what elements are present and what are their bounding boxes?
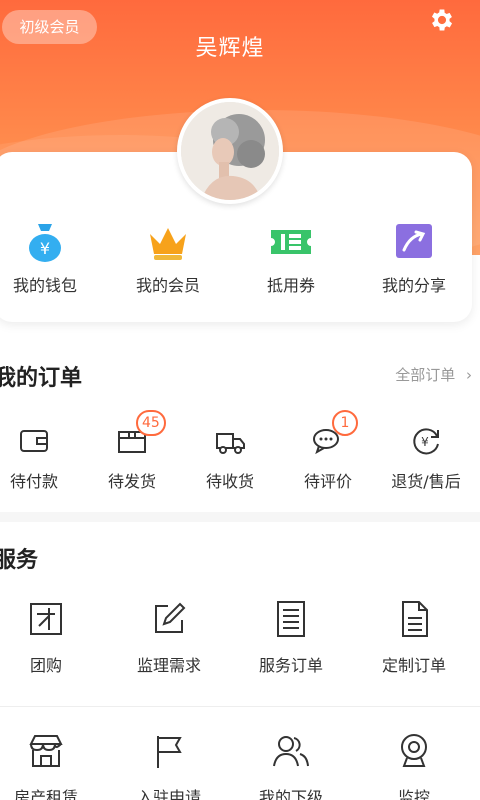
rental-service[interactable]: 房产租赁 [0, 732, 101, 800]
service-label: 团购 [29, 656, 62, 675]
order-status-label: 退货/售后 [391, 472, 461, 491]
order-pending-receipt[interactable]: 待收货 [182, 424, 278, 492]
service-orders[interactable]: 服务订单 [236, 600, 346, 676]
quick-actions: ¥ 我的钱包 我的会员 抵用券 我的分享 [0, 220, 480, 300]
quick-action-label: 抵用券 [266, 276, 315, 295]
file-icon [402, 601, 428, 637]
order-status-label: 待收货 [205, 472, 254, 491]
wallet-icon [20, 430, 48, 452]
money-bag-icon: ¥ [29, 224, 61, 262]
avatar[interactable] [177, 98, 283, 204]
coupon-shortcut[interactable]: 抵用券 [241, 220, 341, 296]
refund-icon: ¥ [413, 428, 439, 455]
flag-icon [157, 736, 182, 768]
service-label: 监控 [397, 788, 430, 800]
service-label: 服务订单 [258, 656, 323, 675]
services-title: 服务 [0, 548, 39, 573]
gear-icon[interactable] [428, 6, 456, 34]
avatar-image [181, 102, 279, 200]
edit-icon [155, 602, 186, 633]
users-icon [273, 736, 309, 767]
wallet-shortcut[interactable]: ¥ 我的钱包 [0, 220, 95, 296]
document-icon [277, 601, 305, 637]
custom-orders[interactable]: 定制订单 [359, 600, 469, 676]
store-icon [29, 735, 63, 767]
membership-shortcut[interactable]: 我的会员 [118, 220, 218, 296]
svg-text:¥: ¥ [421, 435, 429, 449]
service-label: 定制订单 [381, 656, 446, 675]
quick-action-label: 我的会员 [135, 276, 200, 295]
order-pending-review[interactable]: 1 待评价 [280, 410, 376, 492]
camera-icon [401, 734, 427, 767]
pending-shipment-badge: 45 [136, 410, 166, 436]
ticket-icon [271, 230, 311, 254]
quick-action-label: 我的钱包 [12, 276, 77, 295]
order-status-label: 待发货 [107, 472, 156, 491]
all-orders-label: 全部订单 [395, 366, 456, 384]
my-subordinates[interactable]: 我的下级 [236, 732, 346, 800]
quick-action-label: 我的分享 [381, 276, 446, 295]
order-refund[interactable]: ¥ 退货/售后 [378, 424, 474, 492]
svg-text:¥: ¥ [40, 239, 50, 258]
truck-icon [216, 433, 245, 454]
service-label: 房产租赁 [13, 788, 78, 800]
orders-title: 我的订单 [0, 366, 83, 391]
service-label: 我的下级 [258, 788, 323, 800]
share-icon [396, 224, 432, 258]
order-pending-payment[interactable]: 待付款 [0, 424, 82, 492]
pending-review-badge: 1 [332, 410, 358, 436]
order-status-label: 待评价 [303, 472, 352, 491]
chevron-right-icon: › [466, 366, 472, 384]
service-label: 监理需求 [136, 656, 201, 675]
order-pending-shipment[interactable]: 45 待发货 [84, 410, 180, 492]
share-shortcut[interactable]: 我的分享 [364, 220, 464, 296]
all-orders-link[interactable]: 全部订单 › [395, 364, 472, 385]
monitoring-service[interactable]: 监控 [359, 732, 469, 800]
supervision-service[interactable]: 监理需求 [114, 600, 224, 676]
settle-in-application[interactable]: 入驻申请 [114, 732, 224, 800]
group-buy-service[interactable]: 团购 [0, 600, 101, 676]
row-divider [0, 706, 480, 707]
service-label: 入驻申请 [136, 788, 201, 800]
username: 吴辉煌 [195, 36, 265, 61]
order-status-label: 待付款 [9, 472, 58, 491]
group-buy-icon [30, 603, 62, 635]
crown-icon [150, 228, 186, 260]
section-divider [0, 512, 480, 522]
